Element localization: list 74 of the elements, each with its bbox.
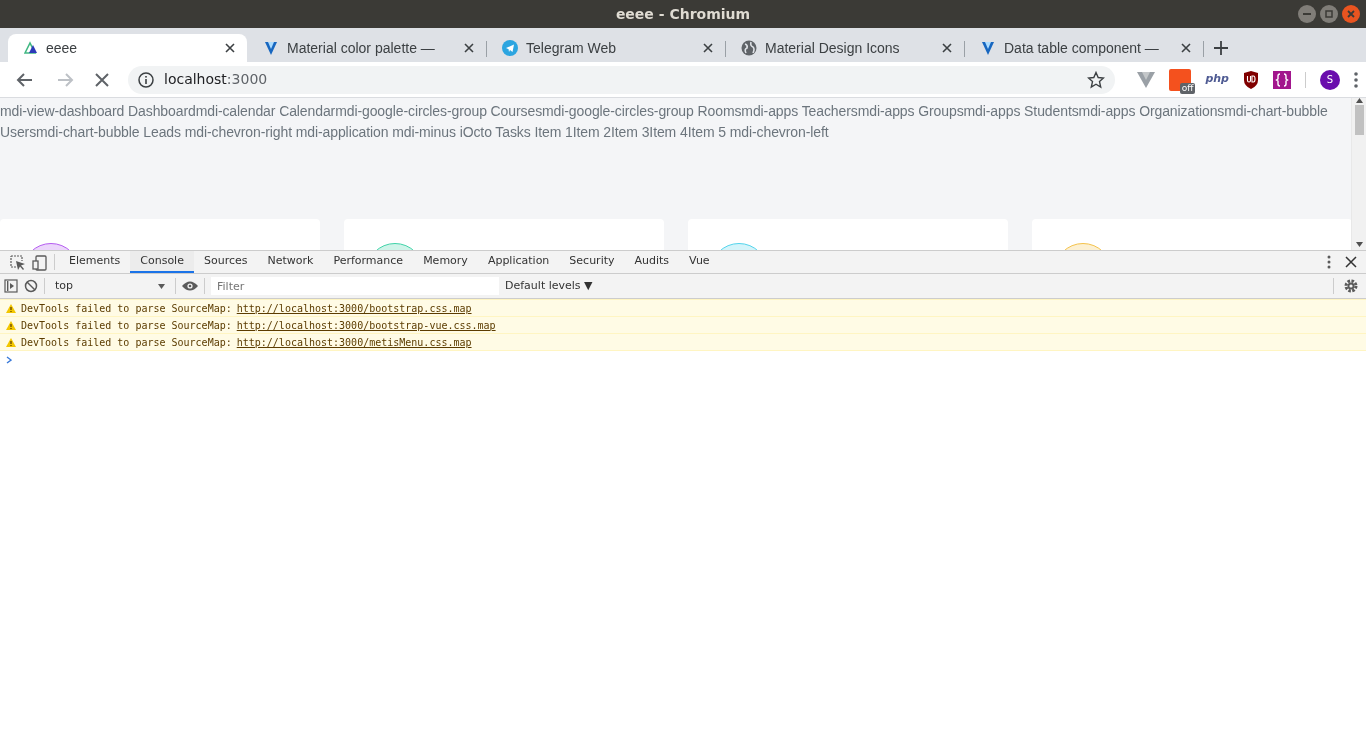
browser-tab[interactable]: Telegram Web (486, 34, 725, 62)
tab-title: Material Design Icons (765, 38, 901, 58)
devtools-tab[interactable]: Elements (59, 251, 131, 273)
paper-plane-icon (502, 40, 518, 56)
v-logo-icon[interactable] (1137, 71, 1156, 88)
settings-icon[interactable] (1344, 279, 1358, 293)
star-icon[interactable] (1087, 70, 1106, 89)
braces-icon[interactable] (1273, 70, 1291, 89)
devtools-tab[interactable]: Performance (323, 251, 414, 273)
eye-icon[interactable] (182, 280, 198, 292)
url-text: localhost:3000 (164, 70, 269, 89)
devtools-tab[interactable]: Audits (624, 251, 680, 273)
devtools-tab[interactable]: Console (130, 251, 194, 273)
new-tab-icon[interactable] (1213, 40, 1229, 56)
devtools-tab[interactable]: Vue (679, 251, 720, 273)
address-bar[interactable]: localhost:3000 (128, 65, 1116, 94)
close-icon[interactable] (1179, 41, 1193, 55)
device-toggle-icon[interactable] (32, 255, 48, 271)
sidebar-toggle-icon[interactable] (4, 279, 18, 293)
console-message: DevTools failed to parse SourceMap: (21, 335, 232, 350)
warning-icon (6, 337, 16, 347)
clear-icon[interactable] (24, 279, 38, 293)
close-button[interactable] (1342, 5, 1360, 23)
source-link[interactable]: http://localhost:3000/bootstrap-vue.css.map (236, 317, 496, 333)
browser-tab[interactable]: Data table component — (964, 34, 1203, 62)
close-icon[interactable] (223, 41, 237, 55)
window-title: eeee - Chromium (615, 4, 751, 24)
caret-icon[interactable] (158, 283, 165, 289)
context-select[interactable]: top (55, 277, 74, 295)
navigation-text: mdi-view-dashboard Dashboardmdi-calendar Calendarmdi-google-circles-group Coursesmdi-google-circles-group Roomsmdi-apps Teachersmdi-apps Groupsmdi-apps Studentsmdi-apps Organizationsmdi-chart-bubble Usersmdi-chart-bubble Leads mdi-chevron-right mdi-application mdi-minus iOcto Tasks Item 1Item 2Item 3Item 4Item 5 mdi-chevron-left (0, 102, 1329, 142)
maximize-button[interactable] (1320, 5, 1338, 23)
scrollbar[interactable] (1351, 98, 1366, 250)
close-icon[interactable] (701, 41, 715, 55)
browser-tab[interactable]: Material color palette — (247, 34, 486, 62)
close-icon[interactable] (462, 41, 476, 55)
close-icon[interactable] (940, 41, 954, 55)
globe-icon (741, 40, 757, 56)
tab-title: eeee (46, 38, 79, 58)
tab-title: Telegram Web (526, 38, 617, 58)
levels-dropdown[interactable]: Default levels ▼ (505, 277, 593, 295)
devtools-tab[interactable]: Security (559, 251, 625, 273)
extension-button[interactable]: off (1169, 68, 1192, 91)
menu-icon[interactable] (1327, 255, 1331, 269)
profile-avatar[interactable]: S (1320, 69, 1340, 90)
console-message: DevTools failed to parse SourceMap: (21, 318, 232, 333)
warning-icon (6, 320, 16, 330)
scroll-down-icon[interactable] (1355, 242, 1363, 247)
source-link[interactable]: http://localhost:3000/bootstrap.css.map (236, 300, 472, 316)
triangle-logo-icon (980, 40, 996, 56)
filter-field[interactable]: Filter (211, 277, 499, 295)
console-message: DevTools failed to parse SourceMap: (21, 301, 232, 316)
menu-icon[interactable] (1354, 71, 1358, 88)
warning-icon (6, 303, 16, 313)
devtools-tab[interactable]: Network (257, 251, 324, 273)
devtools-tab[interactable]: Application (477, 251, 560, 273)
scrollbar-thumb[interactable] (1354, 105, 1364, 135)
back-arrow-icon[interactable] (16, 70, 34, 89)
stop-icon[interactable] (94, 71, 110, 88)
devtools-tab[interactable]: Sources (193, 251, 258, 273)
triangle-logo-icon (263, 40, 279, 56)
triangle-logo-icon (24, 41, 38, 55)
tab-title: Data table component — (1004, 38, 1160, 58)
devtools-tab[interactable]: Memory (413, 251, 478, 273)
shield-icon[interactable] (1243, 70, 1259, 89)
close-icon[interactable] (1345, 256, 1357, 268)
minimize-button[interactable] (1298, 5, 1316, 23)
source-link[interactable]: http://localhost:3000/metisMenu.css.map (236, 334, 472, 350)
info-icon[interactable] (138, 71, 154, 88)
prompt-icon[interactable] (6, 355, 12, 364)
extension-button[interactable]: php (1205, 71, 1229, 88)
browser-tab[interactable]: Material Design Icons (725, 34, 964, 62)
inspect-icon[interactable] (10, 255, 26, 271)
browser-tab[interactable]: eeee (8, 34, 247, 62)
tab-title: Material color palette — (287, 38, 436, 58)
